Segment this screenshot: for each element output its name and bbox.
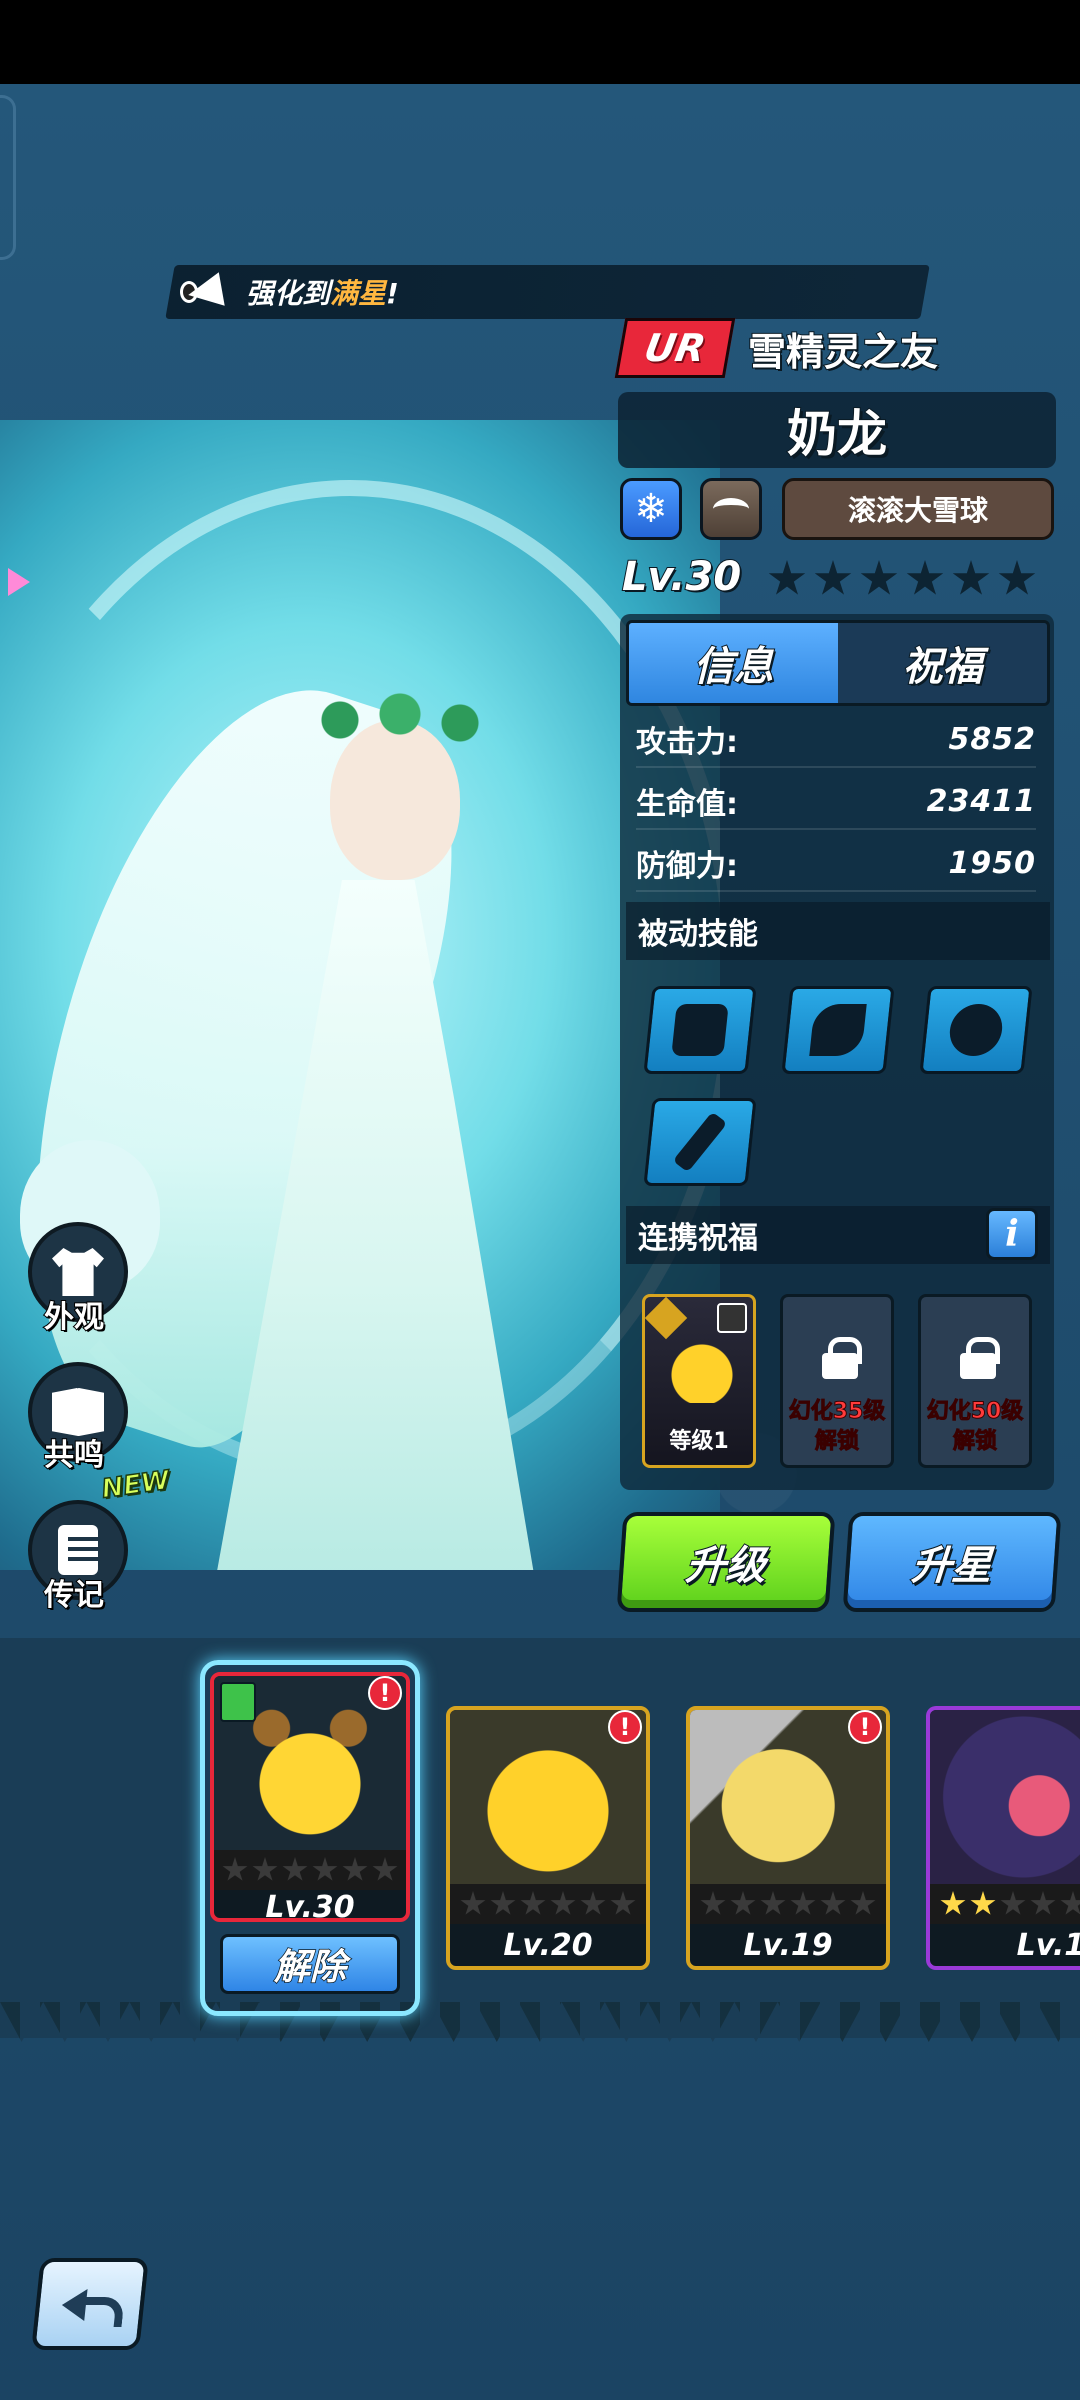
back-button[interactable] — [31, 2258, 149, 2350]
back-arrow-icon — [60, 2283, 120, 2325]
expand-arrow-icon[interactable] — [8, 568, 30, 596]
shirt-icon — [52, 1248, 104, 1296]
snowflake-icon[interactable]: ❄ — [620, 478, 682, 540]
hint-banner: 强化到满星! — [170, 265, 399, 319]
lock-icon — [958, 1337, 1000, 1379]
blessing-slot-3[interactable]: 幻化50级 解锁 — [918, 1294, 1032, 1468]
roster-card-2[interactable]: Lv.20 — [446, 1706, 650, 1970]
stat-label: 防御力: — [636, 849, 738, 884]
stat-row-hp: 生命值: 23411 — [636, 774, 1036, 830]
stat-value: 23411 — [926, 783, 1036, 819]
hint-highlight: 满星 — [330, 277, 387, 310]
tab-info[interactable]: 信息 — [629, 623, 838, 703]
appearance-label: 外观 — [43, 1299, 105, 1336]
passive-skills-header: 被动技能 — [626, 902, 1050, 960]
stat-row-defense: 防御力: 1950 — [636, 836, 1036, 892]
card-stars — [690, 1884, 886, 1924]
card-level: Lv.30 — [265, 1890, 355, 1922]
roster-card-4[interactable]: Lv.10 — [926, 1706, 1080, 1970]
lock-icon — [820, 1337, 862, 1379]
passive-skill-orb[interactable] — [919, 986, 1033, 1074]
passive-skill-feather[interactable] — [781, 986, 895, 1074]
pet-portrait — [930, 1710, 1080, 1884]
star-icon — [998, 560, 1036, 595]
card-stars — [214, 1850, 406, 1890]
card-level: Lv.19 — [743, 1928, 833, 1963]
status-bar — [0, 0, 1080, 84]
biography-label: 传记 — [43, 1577, 105, 1614]
stat-row-attack: 攻击力: 5852 — [636, 712, 1036, 768]
resonance-label: 共鸣 — [43, 1437, 105, 1474]
orb-icon — [947, 1004, 1005, 1056]
alert-icon: ! — [608, 1710, 642, 1744]
card-level: Lv.10 — [1016, 1928, 1080, 1963]
feather-icon — [809, 1004, 867, 1056]
stat-label: 攻击力: — [636, 725, 738, 760]
side-drawer-handle[interactable] — [0, 95, 16, 260]
character-level: Lv.30 — [621, 553, 742, 601]
star-up-button[interactable]: 升星 — [842, 1512, 1062, 1612]
star-icon — [952, 560, 990, 595]
megaphone-icon — [178, 267, 234, 317]
stat-value: 1950 — [948, 845, 1036, 881]
star-icon — [906, 560, 944, 595]
scroll-icon — [58, 1525, 98, 1575]
blessing-slot-2[interactable]: 幻化35级 解锁 — [780, 1294, 894, 1468]
character-subtitle: 雪精灵之友 — [747, 329, 939, 375]
alert-icon: ! — [368, 1676, 402, 1710]
star-rating — [768, 560, 1036, 598]
blessing-slot-label: 等级1 — [669, 1429, 729, 1454]
roster-card-3[interactable]: Lv.19 — [686, 1706, 890, 1970]
panel-tabs: 信息 祝福 — [626, 620, 1050, 706]
card-level: Lv.20 — [503, 1928, 593, 1963]
info-button[interactable]: i — [986, 1208, 1038, 1260]
hint-text: 强化到满星! — [246, 277, 399, 310]
star-icon — [768, 560, 806, 595]
blessing-slot-1[interactable]: 等级1 — [642, 1294, 756, 1468]
star-icon — [860, 560, 898, 595]
card-stars — [930, 1884, 1080, 1924]
stat-label: 生命值: — [636, 787, 738, 822]
passive-skill-cards[interactable] — [643, 986, 757, 1074]
stat-value: 5852 — [948, 721, 1036, 757]
card-stars — [450, 1884, 646, 1924]
blessing-slot-label: 幻化50级 解锁 — [926, 1399, 1024, 1455]
book-icon — [52, 1388, 104, 1436]
cards-dice-icon — [671, 1004, 729, 1056]
character-name: 奶龙 — [618, 392, 1056, 468]
tab-blessing[interactable]: 祝福 — [838, 623, 1047, 703]
rarity-badge: UR — [614, 318, 736, 378]
passive-skill-skewer[interactable] — [643, 1098, 757, 1186]
signature-skill-button[interactable]: 滚滚大雪球 — [782, 478, 1054, 540]
skewer-icon — [672, 1111, 728, 1173]
claw-icon[interactable] — [700, 478, 762, 540]
blessing-pet-portrait — [667, 1333, 737, 1403]
upgrade-button[interactable]: 升级 — [616, 1512, 836, 1612]
blessing-slot-label: 幻化35级 解锁 — [788, 1399, 886, 1455]
team-tag-icon — [220, 1682, 256, 1722]
remove-button[interactable]: 解除 — [220, 1934, 400, 1994]
heart-icon — [717, 1303, 747, 1333]
alert-icon: ! — [848, 1710, 882, 1744]
star-icon — [814, 560, 852, 595]
